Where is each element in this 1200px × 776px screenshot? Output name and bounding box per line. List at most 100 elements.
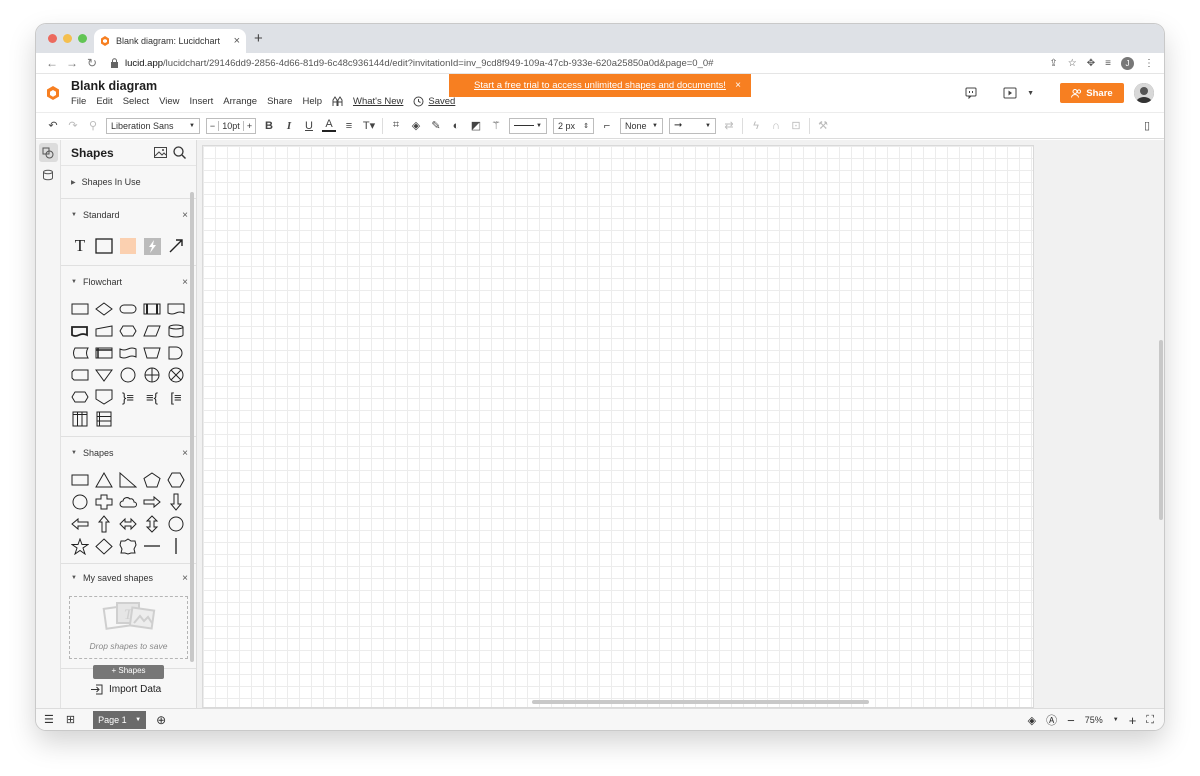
section-my-saved-shapes[interactable]: ▼ My saved shapes × xyxy=(61,564,196,592)
note-shape[interactable] xyxy=(116,235,140,257)
close-section-icon[interactable]: × xyxy=(182,448,188,459)
diamond-shape[interactable] xyxy=(92,535,116,557)
preparation-shape[interactable] xyxy=(116,320,140,342)
terminator-shape[interactable] xyxy=(116,298,140,320)
close-section-icon[interactable]: × xyxy=(182,277,188,288)
panel-scrollbar[interactable] xyxy=(190,192,194,662)
chevron-down-icon[interactable]: ▼ xyxy=(1113,717,1119,723)
banner-text[interactable]: Start a free trial to access unlimited s… xyxy=(474,80,726,91)
line-start-select[interactable]: None ▼ xyxy=(620,117,663,134)
zoom-out-button[interactable]: − xyxy=(1067,713,1075,728)
menu-file[interactable]: File xyxy=(71,96,86,107)
summing-junction-shape[interactable] xyxy=(164,364,188,386)
swimlane-horizontal-shape[interactable] xyxy=(92,408,116,430)
tab-close-icon[interactable]: × xyxy=(234,35,240,47)
font-family-select[interactable]: Liberation Sans ▼ xyxy=(106,117,200,134)
font-size-increase-button[interactable]: + xyxy=(243,120,255,131)
predefined-process-shape[interactable] xyxy=(140,298,164,320)
search-icon[interactable] xyxy=(173,146,186,159)
arrow-left-shape[interactable] xyxy=(68,513,92,535)
close-window-button[interactable] xyxy=(48,34,57,43)
share-page-icon[interactable]: ⇪ xyxy=(1049,58,1057,69)
bookmark-star-icon[interactable]: ☆ xyxy=(1068,58,1077,69)
saved-shapes-drop-zone[interactable]: T Drop shapes to save xyxy=(69,596,188,659)
canvas-page[interactable] xyxy=(202,145,1034,708)
extensions-icon[interactable]: ✥ xyxy=(1087,58,1095,69)
action-lightning-icon[interactable]: ϟ xyxy=(749,120,763,132)
layers-icon[interactable]: ◈ xyxy=(1028,714,1036,727)
underline-icon[interactable]: U xyxy=(302,120,316,132)
octagon-shape[interactable] xyxy=(68,491,92,513)
reload-icon[interactable]: ↻ xyxy=(82,56,102,70)
internal-storage-shape[interactable] xyxy=(92,342,116,364)
star-shape[interactable] xyxy=(68,535,92,557)
text-align-icon[interactable]: ≡ xyxy=(342,120,356,132)
right-panel-toggle-icon[interactable]: ▯ xyxy=(1140,119,1154,132)
navigation-icon[interactable]: Ⓐ xyxy=(1046,712,1057,728)
merge-shape[interactable] xyxy=(92,364,116,386)
font-size-stepper[interactable]: − 10pt + xyxy=(206,117,256,134)
right-triangle-shape[interactable] xyxy=(116,469,140,491)
text-options-icon[interactable]: T▾ xyxy=(362,119,376,132)
forward-icon[interactable]: → xyxy=(62,56,82,70)
maximize-window-button[interactable] xyxy=(78,34,87,43)
section-standard[interactable]: ▼ Standard × xyxy=(61,199,196,231)
profile-avatar[interactable]: J xyxy=(1121,56,1134,70)
delay-shape[interactable] xyxy=(164,342,188,364)
swap-arrows-icon[interactable]: ⇄ xyxy=(722,119,736,132)
image-search-icon[interactable] xyxy=(154,147,167,158)
brace-left-note-shape[interactable]: ≡{ xyxy=(140,386,164,408)
opacity-icon[interactable]: ◐ xyxy=(449,120,463,132)
badge-shape[interactable] xyxy=(116,535,140,557)
import-data-button[interactable]: Import Data xyxy=(91,684,161,695)
redo-icon[interactable]: ↷ xyxy=(66,119,80,132)
triangle-shape[interactable] xyxy=(92,469,116,491)
manual-input-shape[interactable] xyxy=(92,320,116,342)
cloud-shape[interactable] xyxy=(116,491,140,513)
bold-icon[interactable]: B xyxy=(262,120,276,132)
magnet-icon[interactable]: ∩ xyxy=(769,120,783,132)
menu-help[interactable]: Help xyxy=(302,96,322,107)
present-icon[interactable] xyxy=(1003,87,1017,99)
close-section-icon[interactable]: × xyxy=(182,210,188,221)
arrow-down-shape[interactable] xyxy=(164,491,188,513)
line-type-icon[interactable]: ⌐ xyxy=(600,120,614,132)
menu-view[interactable]: View xyxy=(159,96,179,107)
user-avatar[interactable] xyxy=(1134,83,1154,103)
multiple-documents-shape[interactable] xyxy=(68,320,92,342)
grid-options-icon[interactable]: ⌗ xyxy=(389,119,403,132)
free-trial-banner[interactable]: Start a free trial to access unlimited s… xyxy=(449,74,751,97)
menu-edit[interactable]: Edit xyxy=(96,96,112,107)
back-icon[interactable]: ← xyxy=(42,56,62,70)
chevron-down-icon[interactable]: ▼ xyxy=(135,717,141,723)
line-width-select[interactable]: 2 px ⇕ xyxy=(553,117,594,134)
double-arrow-vertical-shape[interactable] xyxy=(140,513,164,535)
document-shape[interactable] xyxy=(164,298,188,320)
add-shapes-button[interactable]: + Shapes xyxy=(93,665,164,679)
font-size-decrease-button[interactable]: − xyxy=(207,120,219,131)
url-field[interactable]: lucid.app /lucidchart/29146dd9-2856-4d66… xyxy=(110,58,1049,69)
page-tab[interactable]: Page 1 ▼ xyxy=(93,710,147,729)
swimlane-vertical-shape[interactable] xyxy=(68,408,92,430)
vertical-line-shape[interactable] xyxy=(164,535,188,557)
arrow-up-shape[interactable] xyxy=(92,513,116,535)
cross-shape[interactable] xyxy=(92,491,116,513)
section-flowchart[interactable]: ▼ Flowchart × xyxy=(61,266,196,298)
features-icon[interactable] xyxy=(332,96,343,107)
fullscreen-icon[interactable]: ⛶ xyxy=(1146,714,1154,727)
text-color-icon[interactable]: A xyxy=(322,119,336,132)
zoom-level[interactable]: 75% xyxy=(1085,715,1103,725)
decision-shape[interactable] xyxy=(92,298,116,320)
zoom-in-button[interactable]: + xyxy=(1129,713,1137,728)
arrow-right-shape[interactable] xyxy=(140,491,164,513)
brace-note-shape[interactable]: }≡ xyxy=(116,386,140,408)
circle-shape[interactable] xyxy=(164,513,188,535)
fill-color-icon[interactable]: ◈ xyxy=(409,119,423,132)
data-button[interactable] xyxy=(39,165,58,184)
italic-icon[interactable]: I xyxy=(282,120,296,132)
new-tab-icon[interactable]: + xyxy=(254,30,263,47)
comments-icon[interactable] xyxy=(965,87,977,99)
menu-share[interactable]: Share xyxy=(267,96,292,107)
process-shape[interactable] xyxy=(68,298,92,320)
tape-shape[interactable] xyxy=(116,342,140,364)
